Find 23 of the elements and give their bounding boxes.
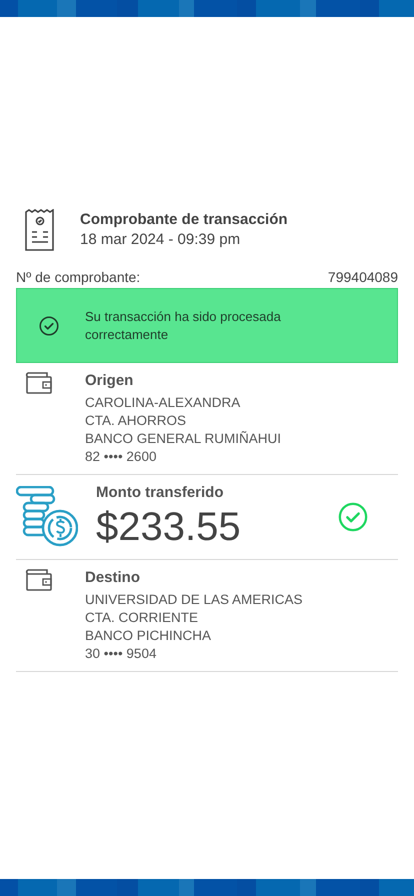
check-circle-icon xyxy=(39,316,59,336)
success-check-icon xyxy=(338,502,368,532)
coins-icon xyxy=(16,486,78,548)
account-detail: BANCO GENERAL RUMIÑAHUI xyxy=(85,430,282,448)
receipt-icon xyxy=(24,209,56,251)
section-title: Origen xyxy=(85,371,134,391)
account-detail: 30 •••• 9504 xyxy=(85,645,158,663)
receipt-title: Comprobante de transacción xyxy=(80,210,288,230)
account-detail: 82 •••• 2600 xyxy=(85,448,158,466)
receipt-date: 18 mar 2024 - 09:39 pm xyxy=(80,230,242,250)
wallet-icon xyxy=(25,568,53,592)
receipt-number: 799404089 xyxy=(328,268,398,287)
account-detail: UNIVERSIDAD DE LAS AMERICAS xyxy=(85,591,303,609)
account-detail: CAROLINA-ALEXANDRA xyxy=(85,394,242,412)
amount-value: $233.55 xyxy=(96,504,242,551)
success-message: Su transacción ha sido procesada correctamente xyxy=(85,308,282,344)
amount-label: Monto transferido xyxy=(96,483,224,503)
section-title: Destino xyxy=(85,568,142,588)
account-detail: BANCO PICHINCHA xyxy=(85,627,212,645)
account-detail: CTA. AHORROS xyxy=(85,412,188,430)
account-detail: CTA. CORRIENTE xyxy=(85,609,200,627)
receipt-number-label: Nº de comprobante: xyxy=(16,268,140,287)
wallet-icon xyxy=(25,371,53,395)
